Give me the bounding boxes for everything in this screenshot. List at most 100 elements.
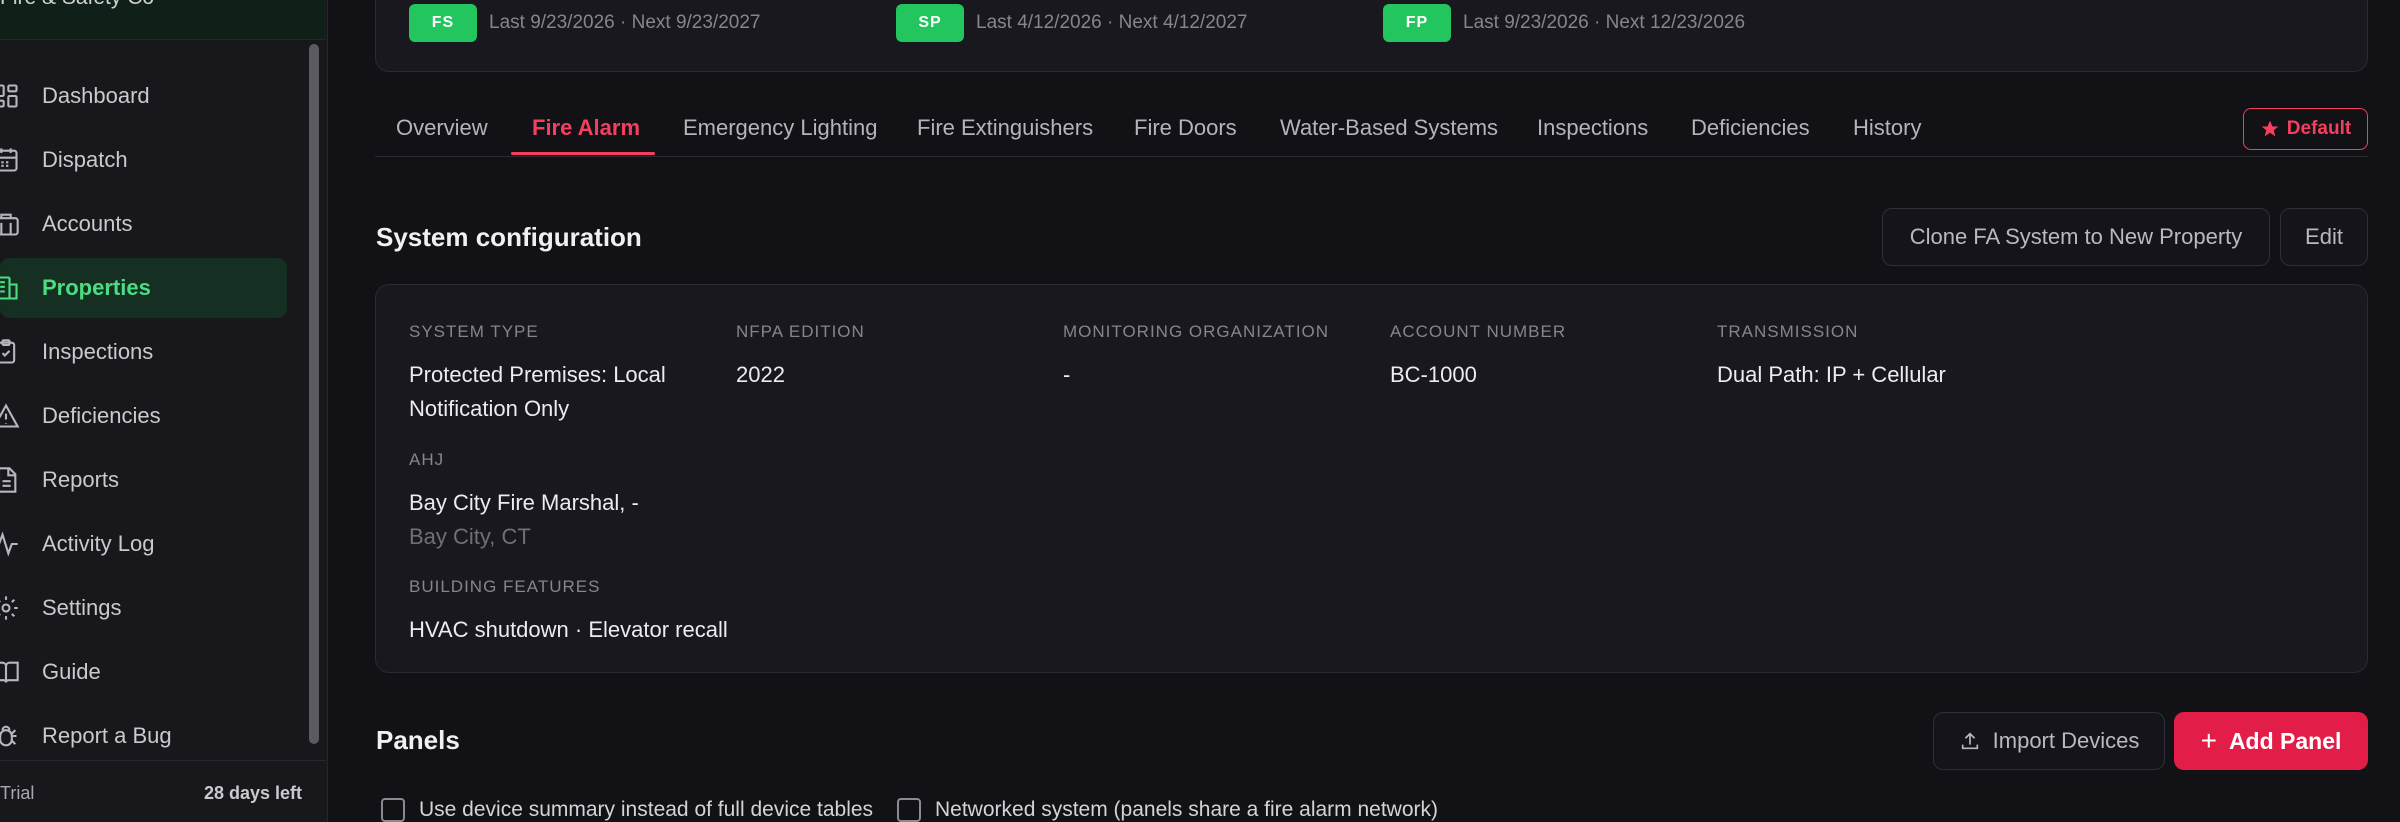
sidebar-item-label: Activity Log <box>42 531 155 556</box>
sidebar-item-deficiencies[interactable]: Deficiencies <box>0 386 290 446</box>
edit-button[interactable]: Edit <box>2280 208 2368 266</box>
panels-title: Panels <box>376 725 460 755</box>
active-tab-indicator <box>511 152 655 155</box>
brand-name: Fire & Safety Co <box>0 0 154 10</box>
book-icon <box>0 658 20 686</box>
cert-badge: FP <box>1383 4 1451 42</box>
sidebar-item-report-a-bug[interactable]: Report a Bug <box>0 706 290 766</box>
import-devices-button[interactable]: Import Devices <box>1933 712 2165 770</box>
tab-bar: Overview Fire Alarm Emergency Lighting F… <box>375 100 2368 157</box>
sidebar-nav: Dashboard Dispatch Accounts Properties I… <box>0 66 290 770</box>
field-label: Account Number <box>1390 322 1567 341</box>
field-value: 2022 <box>736 362 785 387</box>
field-label: NFPA Edition <box>736 322 865 341</box>
trial-days-left: 28 days left <box>203 783 302 803</box>
tab-history[interactable]: History <box>1853 115 1921 141</box>
field-transmission: Transmission Dual Path: IP + Cellular <box>1717 322 2117 392</box>
sidebar-item-label: Dashboard <box>42 83 150 108</box>
cert-dates: Last 9/23/2026 · Next 12/23/2026 <box>1463 12 1746 33</box>
cert-sp: SP Last 4/12/2026 · Next 4/12/2027 <box>896 4 1247 42</box>
field-sub-value: Bay City, CT <box>409 524 531 549</box>
sidebar: Fire & Safety Co Dashboard Dispatch Acco… <box>0 0 328 822</box>
sidebar-item-label: Properties <box>42 275 151 300</box>
brand: Fire & Safety Co <box>0 0 326 40</box>
field-label: Building Features <box>409 577 601 596</box>
import-devices-label: Import Devices <box>1992 728 2140 753</box>
plus-icon: + <box>2200 725 2217 756</box>
field-label: Transmission <box>1717 322 1859 341</box>
clipboard-check-icon <box>0 338 20 366</box>
field-label: AHJ <box>409 450 445 469</box>
option-device-summary[interactable]: Use device summary instead of full devic… <box>381 798 873 822</box>
star-icon <box>2261 120 2279 137</box>
sidebar-item-activity-log[interactable]: Activity Log <box>0 514 290 574</box>
warning-icon <box>0 402 20 430</box>
tab-fire-doors[interactable]: Fire Doors <box>1134 115 1237 141</box>
sidebar-item-settings[interactable]: Settings <box>0 578 290 638</box>
sidebar-item-properties[interactable]: Properties <box>0 258 287 318</box>
add-panel-button[interactable]: + Add Panel <box>2174 712 2368 770</box>
device-summary-checkbox[interactable] <box>381 798 405 822</box>
system-configuration-card: System Type Protected Premises: Local No… <box>375 284 2368 673</box>
building-icon <box>0 210 20 238</box>
gear-icon <box>0 594 20 622</box>
certifications-card: FS Last 9/23/2026 · Next 9/23/2027 SP La… <box>375 0 2368 72</box>
sidebar-footer: Trial 28 days left <box>0 760 326 822</box>
field-ahj: AHJ Bay City Fire Marshal, - Bay City, C… <box>409 450 809 554</box>
field-nfpa-edition: NFPA Edition 2022 <box>736 322 1036 392</box>
document-icon <box>0 466 20 494</box>
upload-icon <box>1961 732 1978 750</box>
properties-icon <box>0 274 20 302</box>
sidebar-item-label: Inspections <box>42 339 154 364</box>
sidebar-item-label: Settings <box>42 595 122 620</box>
field-value: BC-1000 <box>1390 362 1477 387</box>
field-system-type: System Type Protected Premises: Local No… <box>409 322 709 426</box>
sidebar-item-accounts[interactable]: Accounts <box>0 194 290 254</box>
networked-system-checkbox[interactable] <box>897 798 921 822</box>
field-account-number: Account Number BC-1000 <box>1390 322 1690 392</box>
field-monitoring-organization: Monitoring Organization - <box>1063 322 1363 392</box>
tab-deficiencies[interactable]: Deficiencies <box>1691 115 1810 141</box>
option-label: Use device summary instead of full devic… <box>419 798 874 821</box>
bug-icon <box>0 722 20 750</box>
option-label: Networked system (panels share a fire al… <box>935 798 1439 821</box>
cert-fp: FP Last 9/23/2026 · Next 12/23/2026 <box>1383 4 1745 42</box>
default-label: Default <box>2286 118 2352 139</box>
option-networked-system[interactable]: Networked system (panels share a fire al… <box>897 798 1438 822</box>
sidebar-item-label: Dispatch <box>42 147 128 172</box>
tab-fire-alarm[interactable]: Fire Alarm <box>532 115 640 141</box>
field-label: Monitoring Organization <box>1063 322 1330 341</box>
calendar-icon <box>0 146 20 174</box>
sidebar-item-guide[interactable]: Guide <box>0 642 290 702</box>
dashboard-icon <box>0 82 20 110</box>
tab-fire-extinguishers[interactable]: Fire Extinguishers <box>917 115 1093 141</box>
tab-inspections[interactable]: Inspections <box>1537 115 1648 141</box>
system-configuration-title: System configuration <box>376 222 642 252</box>
sidebar-item-label: Report a Bug <box>42 723 172 748</box>
sidebar-item-label: Accounts <box>42 211 133 236</box>
field-value: Bay City Fire Marshal, - <box>409 490 639 515</box>
tab-water-based-systems[interactable]: Water-Based Systems <box>1280 115 1498 141</box>
field-value: - <box>1063 362 1071 387</box>
default-button[interactable]: Default <box>2243 108 2368 150</box>
cert-dates: Last 9/23/2026 · Next 9/23/2027 <box>489 12 761 33</box>
cert-badge: FS <box>409 4 477 42</box>
field-building-features: Building Features HVAC shutdown · Elevat… <box>409 577 909 647</box>
tab-emergency-lighting[interactable]: Emergency Lighting <box>683 115 877 141</box>
field-value: HVAC shutdown · Elevator recall <box>409 617 728 642</box>
clone-fa-system-button[interactable]: Clone FA System to New Property <box>1882 208 2270 266</box>
tab-overview[interactable]: Overview <box>396 115 488 141</box>
sidebar-item-reports[interactable]: Reports <box>0 450 290 510</box>
cert-fs: FS Last 9/23/2026 · Next 9/23/2027 <box>409 4 760 42</box>
sidebar-item-dispatch[interactable]: Dispatch <box>0 130 290 190</box>
sidebar-item-label: Deficiencies <box>42 403 161 428</box>
cert-badge: SP <box>896 4 964 42</box>
sidebar-item-dashboard[interactable]: Dashboard <box>0 66 290 126</box>
field-value: Protected Premises: Local Notification O… <box>409 362 666 421</box>
add-panel-label: Add Panel <box>2228 727 2342 754</box>
sidebar-item-label: Reports <box>42 467 120 492</box>
sidebar-item-inspections[interactable]: Inspections <box>0 322 290 382</box>
trial-label: Trial <box>0 783 35 803</box>
activity-icon <box>0 530 20 558</box>
sidebar-scrollbar[interactable] <box>309 44 319 744</box>
